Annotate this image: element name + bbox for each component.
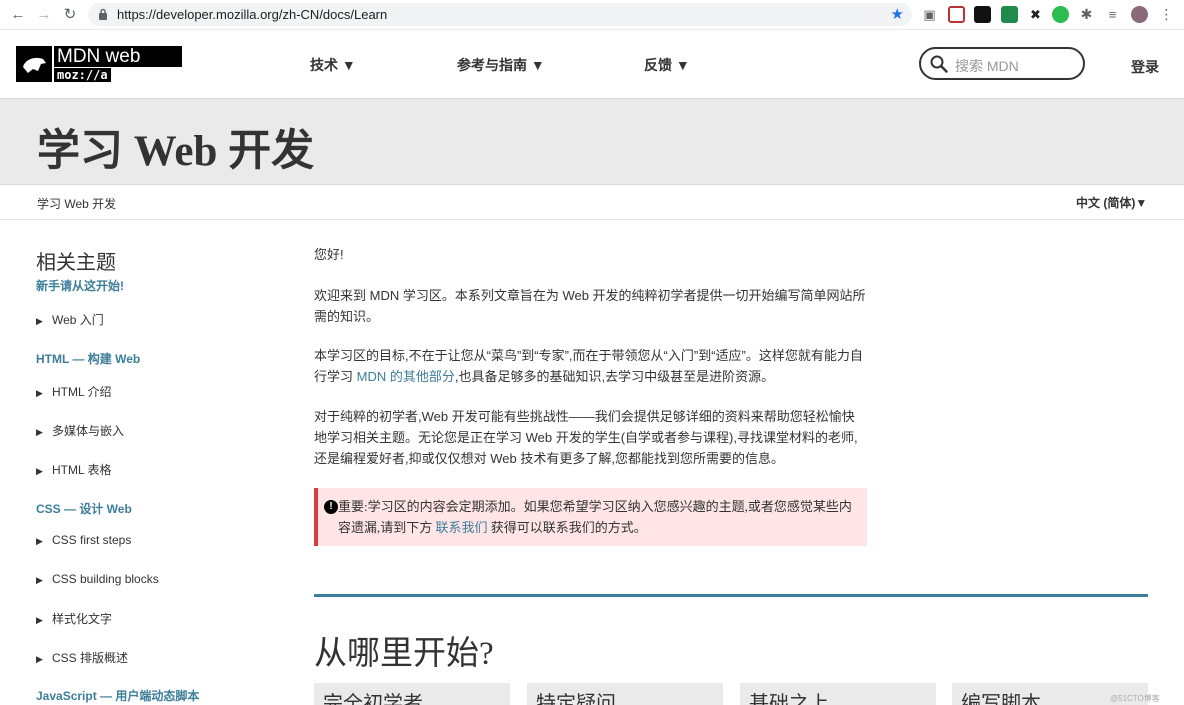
important-notice: ! 重要:学习区的内容会定期添加。如果您希望学习区纳入您感兴趣的主题,或者您感觉… [314, 488, 867, 546]
sidebar-item-web-intro[interactable]: ▶ Web 入门 [36, 311, 104, 328]
expand-triangle-icon: ▶ [36, 536, 43, 546]
search-icon [930, 55, 948, 73]
sidebar-item-multimedia[interactable]: ▶ 多媒体与嵌入 [36, 422, 124, 439]
language-selector[interactable]: 中文 (简体)▼ [1076, 194, 1147, 211]
beginner-paragraph: 对于纯粹的初学者,Web 开发可能有些挑战性——我们会提供足够详细的资料来帮助您… [314, 409, 858, 466]
section-title: 从哪里开始? [314, 636, 494, 672]
sidebar-item-label: CSS 排版概述 [52, 651, 129, 665]
reading-list-icon[interactable]: ≡ [1104, 6, 1121, 23]
sidebar-link-start[interactable]: 新手请从这开始! [36, 277, 124, 294]
nav-feedback[interactable]: 反馈 ▼ [644, 55, 690, 75]
expand-triangle-icon: ▶ [36, 388, 43, 398]
card-complete-beginner[interactable]: 完全初学者 [314, 683, 510, 705]
card-title: 基础之上 [749, 693, 829, 705]
expand-triangle-icon: ▶ [36, 427, 43, 437]
nav-references-guides[interactable]: 参考与指南 ▼ [457, 55, 545, 75]
sidebar-item-label: HTML 介绍 [52, 385, 112, 399]
card-title: 编写脚本 [961, 693, 1041, 705]
sidebar-item-html-tables[interactable]: ▶ HTML 表格 [36, 461, 112, 478]
mdn-logo[interactable]: MDN web docs moz://a [16, 46, 182, 88]
sidebar-item-label: 样式化文字 [52, 612, 113, 626]
sidebar-item-label: 多媒体与嵌入 [52, 424, 125, 438]
breadcrumb-bar: 学习 Web 开发 中文 (简体)▼ [0, 186, 1184, 220]
sidebar-item-label: CSS first steps [52, 533, 132, 547]
forward-arrow-icon[interactable]: → [34, 5, 54, 25]
expand-triangle-icon: ▶ [36, 615, 43, 625]
browser-toolbar: ← → ↻ https://developer.mozilla.org/zh-C… [0, 0, 1184, 30]
expand-triangle-icon: ▶ [36, 466, 43, 476]
goal-text-after: ,也具备足够多的基础知识,去学习中级甚至是进阶资源。 [454, 369, 775, 384]
dino-logo-icon [16, 46, 52, 82]
extension-red-icon[interactable] [948, 6, 965, 23]
card-beyond-basics[interactable]: 基础之上 [740, 683, 936, 705]
goal-paragraph: 本学习区的目标,不在于让您从“菜鸟”到“专家”,而在于带领您从“入门”到“适应”… [314, 345, 866, 387]
search-placeholder: 搜索 MDN [955, 58, 1019, 74]
logo-wordmark: MDN web docs [54, 46, 182, 88]
card-specific-questions[interactable]: 特定疑问 [527, 683, 723, 705]
sidebar-item-css-layout[interactable]: ▶ CSS 排版概述 [36, 649, 128, 666]
search-input[interactable]: 搜索 MDN [919, 47, 1085, 80]
expand-triangle-icon: ▶ [36, 654, 43, 664]
expand-triangle-icon: ▶ [36, 316, 43, 326]
expand-triangle-icon: ▶ [36, 575, 43, 585]
avatar[interactable] [1131, 6, 1148, 23]
sidebar-item-label: CSS building blocks [52, 572, 159, 586]
camera-icon[interactable]: ▣ [921, 6, 938, 23]
mdn-other-parts-link[interactable]: MDN 的其他部分 [357, 369, 455, 384]
sidebar-title: 相关主题 [36, 252, 116, 274]
address-url[interactable]: https://developer.mozilla.org/zh-CN/docs… [117, 7, 387, 22]
sidebar-item-html-intro[interactable]: ▶ HTML 介绍 [36, 383, 112, 400]
watermark: @51CTO博客 [1110, 694, 1160, 703]
mozilla-wordmark: moz://a [54, 68, 111, 82]
kebab-menu-icon[interactable]: ⋮ [1158, 6, 1175, 23]
notice-text-after: 获得可以联系我们的方式。 [487, 520, 647, 535]
notice-text: 重要:学习区的内容会定期添加。如果您希望学习区纳入您感兴趣的主题,或者您感觉某些… [338, 496, 863, 538]
address-bar[interactable]: https://developer.mozilla.org/zh-CN/docs… [88, 3, 912, 26]
contact-us-link[interactable]: 联系我们 [436, 520, 488, 535]
intro-paragraph: 欢迎来到 MDN 学习区。本系列文章旨在为 Web 开发的纯粹初学者提供一切开始… [314, 288, 866, 324]
sidebar-item-label: Web 入门 [52, 313, 104, 327]
sidebar-heading-html[interactable]: HTML — 构建 Web [36, 350, 140, 367]
page-title-band: 学习 Web 开发 [0, 99, 1184, 185]
card-title: 特定疑问 [536, 693, 616, 705]
nav-technologies[interactable]: 技术 ▼ [310, 55, 356, 75]
extension-black-icon[interactable] [974, 6, 991, 23]
sidebar-heading-javascript[interactable]: JavaScript — 用户端动态脚本 [36, 687, 199, 704]
back-arrow-icon[interactable]: ← [8, 5, 28, 25]
section-divider [314, 594, 1148, 597]
site-header: MDN web docs moz://a 技术 ▼ 参考与指南 ▼ 反馈 ▼ 搜… [0, 30, 1184, 99]
bookmark-star-icon[interactable]: ★ [891, 5, 904, 23]
card-title: 完全初学者 [323, 693, 423, 705]
sidebar-item-css-first-steps[interactable]: ▶ CSS first steps [36, 533, 131, 547]
page-title: 学习 Web 开发 [37, 128, 315, 175]
extension-cn-icon[interactable] [1001, 6, 1018, 23]
sidebar-heading-css[interactable]: CSS — 设计 Web [36, 500, 132, 517]
sidebar-item-styling-text[interactable]: ▶ 样式化文字 [36, 610, 112, 627]
greeting-text: 您好! [314, 247, 344, 262]
login-link[interactable]: 登录 [1131, 57, 1159, 77]
alert-icon: ! [324, 500, 338, 514]
sidebar-item-css-building-blocks[interactable]: ▶ CSS building blocks [36, 572, 159, 586]
reload-icon[interactable]: ↻ [60, 5, 80, 25]
lock-icon [99, 8, 107, 20]
extension-x-icon[interactable]: ✖ [1027, 6, 1044, 23]
puzzle-icon[interactable]: ✱ [1078, 6, 1095, 23]
breadcrumb[interactable]: 学习 Web 开发 [37, 195, 116, 212]
extension-green-icon[interactable] [1052, 6, 1069, 23]
sidebar-item-label: HTML 表格 [52, 463, 112, 477]
